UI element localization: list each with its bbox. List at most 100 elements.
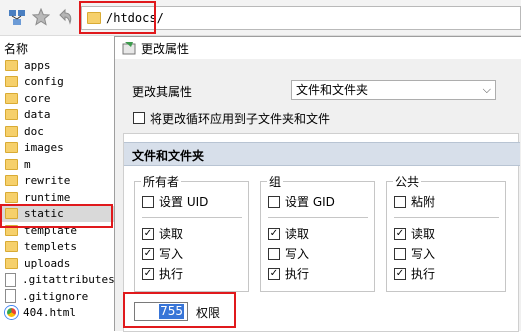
file-name: doc <box>24 124 44 138</box>
group-title: 组 <box>267 173 284 190</box>
folder-icon <box>5 208 18 220</box>
owner-divider <box>142 217 242 218</box>
chevron-down-icon: ⌵ <box>482 83 491 96</box>
group-setgid-checkbox[interactable] <box>268 196 280 208</box>
owner-write-label: 写入 <box>159 247 184 261</box>
file-item-uploads[interactable]: uploads <box>0 255 120 272</box>
public-write-checkbox[interactable] <box>394 248 406 260</box>
file-items: apps config core data doc images m rewrite runti… <box>0 57 120 321</box>
file-name: rewrite <box>24 174 71 188</box>
file-list: 名称 apps config core data doc images m rewrite ru… <box>0 36 120 331</box>
file-item-apps[interactable]: apps <box>0 57 120 74</box>
folder-icon <box>5 109 18 121</box>
file-name: core <box>24 91 51 105</box>
folder-icon <box>5 92 18 104</box>
network-icon[interactable] <box>8 8 26 26</box>
group-divider <box>268 217 368 218</box>
group-setgid-row[interactable]: 设置 GID <box>268 194 335 210</box>
file-name: m <box>24 157 31 171</box>
public-exec-checkbox[interactable]: ✓ <box>394 268 406 280</box>
owner-setuid-row[interactable]: 设置 UID <box>142 194 208 210</box>
file-name: .gitignore <box>22 289 89 303</box>
public-exec-row[interactable]: ✓ 执行 <box>394 266 435 282</box>
owner-read-checkbox[interactable]: ✓ <box>142 228 154 240</box>
owner-write-row[interactable]: ✓ 写入 <box>142 246 183 262</box>
chrome-icon <box>5 306 18 320</box>
folder-icon <box>5 76 18 88</box>
file-name: images <box>24 141 64 155</box>
file-item-template[interactable]: template <box>0 222 120 239</box>
permission-input[interactable]: 755 <box>134 302 188 321</box>
star-icon[interactable] <box>32 8 50 26</box>
file-item-dot-gitignore[interactable]: .gitignore <box>0 288 120 305</box>
change-attributes-dialog: 更改属性 更改其属性 文件和文件夹 ⌵ 将更改循环应用到子文件夹和文件 文件和文… <box>114 36 521 332</box>
change-mode-value: 文件和文件夹 <box>296 83 369 97</box>
group-read-label: 读取 <box>285 227 310 241</box>
file-item-config[interactable]: config <box>0 74 120 91</box>
owner-exec-row[interactable]: ✓ 执行 <box>142 266 183 282</box>
owner-read-label: 读取 <box>159 227 184 241</box>
file-name: .gitattributes <box>22 273 115 287</box>
group-exec-row[interactable]: ✓ 执行 <box>268 266 309 282</box>
public-read-checkbox[interactable]: ✓ <box>394 228 406 240</box>
file-name: config <box>24 75 64 89</box>
section-header: 文件和文件夹 <box>124 142 520 166</box>
owner-title: 所有者 <box>141 173 182 190</box>
change-mode-select[interactable]: 文件和文件夹 ⌵ <box>291 80 496 100</box>
section-title: 文件和文件夹 <box>132 149 205 163</box>
group-write-row[interactable]: 写入 <box>268 246 309 262</box>
owner-exec-checkbox[interactable]: ✓ <box>142 268 154 280</box>
file-item-m[interactable]: m <box>0 156 120 173</box>
file-item-rewrite[interactable]: rewrite <box>0 173 120 190</box>
owner-setuid-label: 设置 UID <box>159 195 209 209</box>
group-write-checkbox[interactable] <box>268 248 280 260</box>
dialog-title: 更改属性 <box>141 42 190 56</box>
dialog-titlebar: 更改属性 <box>115 37 521 59</box>
public-sticky-checkbox[interactable] <box>394 196 406 208</box>
public-group: 公共 粘附 ✓ 读取 写入 ✓ 执行 <box>386 173 506 292</box>
file-item-templets[interactable]: templets <box>0 239 120 256</box>
group-exec-label: 执行 <box>285 267 310 281</box>
folder-icon <box>5 142 18 154</box>
file-icon <box>5 289 16 304</box>
file-name: runtime <box>24 190 71 204</box>
permissions-panel: 文件和文件夹 所有者 设置 UID ✓ 读取 ✓ 写入 ✓ 执行 组 设置 GI… <box>123 133 520 332</box>
file-item-data[interactable]: data <box>0 107 120 124</box>
folder-icon <box>5 257 18 269</box>
folder-icon <box>5 241 18 253</box>
folder-icon <box>5 175 18 187</box>
group-group: 组 设置 GID ✓ 读取 写入 ✓ 执行 <box>260 173 375 292</box>
folder-icon <box>5 59 18 71</box>
folder-icon <box>5 191 18 203</box>
change-label: 更改其属性 <box>132 85 193 99</box>
owner-group: 所有者 设置 UID ✓ 读取 ✓ 写入 ✓ 执行 <box>134 173 249 292</box>
owner-read-row[interactable]: ✓ 读取 <box>142 226 183 242</box>
public-write-row[interactable]: 写入 <box>394 246 435 262</box>
public-read-row[interactable]: ✓ 读取 <box>394 226 435 242</box>
public-write-label: 写入 <box>411 247 436 261</box>
group-read-row[interactable]: ✓ 读取 <box>268 226 309 242</box>
public-title: 公共 <box>393 173 422 190</box>
path-input[interactable]: /htdocs/ <box>81 6 521 30</box>
recursive-checkbox[interactable] <box>133 112 145 124</box>
file-item-images[interactable]: images <box>0 140 120 157</box>
folder-icon <box>5 158 18 170</box>
file-icon <box>5 272 16 287</box>
group-setgid-label: 设置 GID <box>285 195 335 209</box>
file-item-core[interactable]: core <box>0 90 120 107</box>
owner-write-checkbox[interactable]: ✓ <box>142 248 154 260</box>
file-item-dot-gitattributes[interactable]: .gitattributes <box>0 272 120 289</box>
file-item-static[interactable]: static <box>0 205 120 222</box>
group-exec-checkbox[interactable]: ✓ <box>268 268 280 280</box>
file-item-runtime[interactable]: runtime <box>0 189 120 206</box>
folder-icon <box>87 12 101 24</box>
file-name: templets <box>24 240 77 254</box>
public-sticky-row[interactable]: 粘附 <box>394 194 435 210</box>
file-item-doc[interactable]: doc <box>0 123 120 140</box>
file-name: static <box>24 207 64 221</box>
back-arrow-icon[interactable] <box>56 8 74 26</box>
owner-setuid-checkbox[interactable] <box>142 196 154 208</box>
file-item-404-html[interactable]: 404.html <box>0 305 120 322</box>
name-column-header[interactable]: 名称 <box>4 40 28 57</box>
group-read-checkbox[interactable]: ✓ <box>268 228 280 240</box>
